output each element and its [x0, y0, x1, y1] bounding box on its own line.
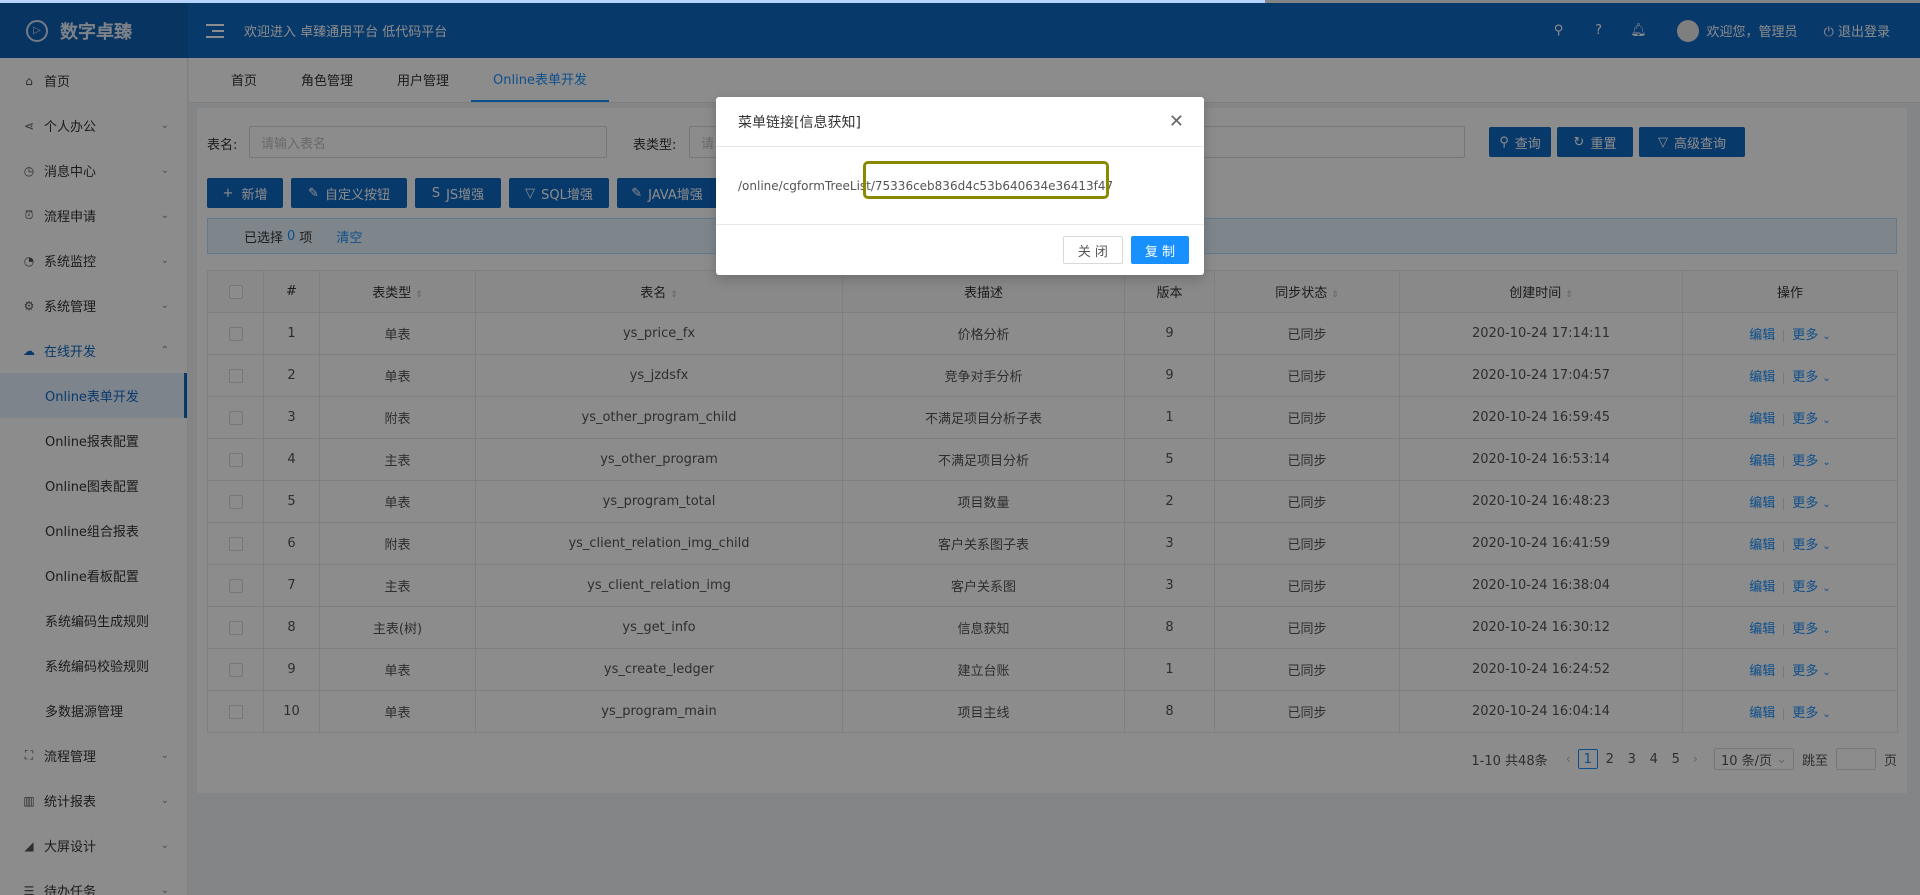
- close-button[interactable]: 关 闭: [1062, 236, 1123, 264]
- modal-title: 菜单链接[信息获知]: [738, 114, 861, 131]
- highlight-annotation-box: [863, 161, 1109, 199]
- close-icon[interactable]: ✕: [1169, 111, 1184, 132]
- modal-footer: 关 闭 复 制: [716, 225, 1204, 275]
- modal-header: 菜单链接[信息获知]: [716, 97, 1204, 147]
- copy-button[interactable]: 复 制: [1130, 236, 1189, 264]
- loading-progress-bar: [0, 0, 1265, 3]
